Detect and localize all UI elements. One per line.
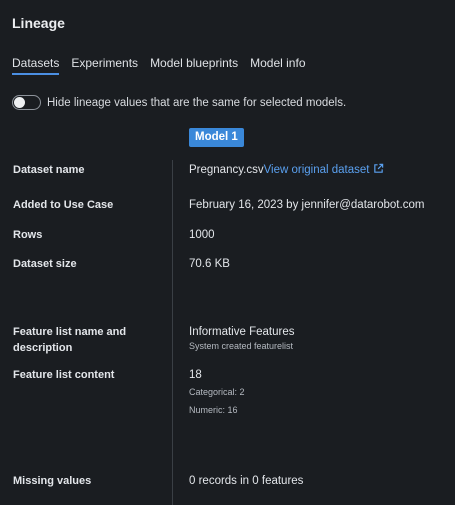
feature-list-content-value: 18 Categorical: 2 Numeric: 16 — [189, 367, 245, 416]
categorical-count: Categorical: 2 — [189, 387, 245, 397]
panel-title: Lineage — [12, 15, 65, 31]
dataset-filename: Pregnancy.csv — [189, 164, 264, 176]
feature-list-content-label: Feature list content — [13, 369, 115, 381]
feature-count: 18 — [189, 369, 202, 381]
feature-list-name: Informative Features — [189, 326, 295, 338]
dataset-size-label: Dataset size — [13, 258, 77, 270]
hide-same-values-toggle[interactable] — [12, 95, 41, 110]
tab-bar: Datasets Experiments Model blueprints Mo… — [12, 56, 318, 76]
missing-values-label: Missing values — [13, 475, 92, 487]
tab-model-blueprints[interactable]: Model blueprints — [150, 56, 238, 73]
toggle-knob — [14, 97, 25, 108]
dataset-name-label: Dataset name — [13, 164, 85, 176]
rows-label: Rows — [13, 229, 43, 241]
dataset-size-value: 70.6 KB — [189, 258, 230, 270]
feature-list-name-value: Informative Features System created feat… — [189, 324, 294, 352]
tab-experiments[interactable]: Experiments — [71, 56, 138, 73]
feature-list-description: System created featurelist — [189, 341, 294, 351]
tab-datasets[interactable]: Datasets — [12, 56, 60, 75]
numeric-count: Numeric: 16 — [189, 405, 238, 415]
tab-model-info[interactable]: Model info — [250, 56, 305, 73]
added-to-use-case-value: February 16, 2023 by jennifer@datarobot.… — [189, 199, 425, 211]
lineage-panel: Lineage Datasets Experiments Model bluep… — [0, 0, 455, 505]
hide-same-values-label: Hide lineage values that are the same fo… — [47, 96, 347, 109]
added-to-use-case-label: Added to Use Case — [13, 199, 114, 211]
dataset-name-value: Pregnancy.csvView original dataset — [189, 162, 384, 178]
view-original-dataset-link[interactable]: View original dataset — [264, 164, 370, 176]
external-link-icon[interactable] — [373, 163, 384, 174]
hide-same-values-row: Hide lineage values that are the same fo… — [12, 95, 346, 110]
missing-values-value: 0 records in 0 features — [189, 475, 304, 487]
model-badge: Model 1 — [189, 128, 244, 147]
feature-list-name-label: Feature list name and description — [13, 326, 127, 354]
column-divider — [172, 160, 173, 505]
rows-value: 1000 — [189, 229, 215, 241]
